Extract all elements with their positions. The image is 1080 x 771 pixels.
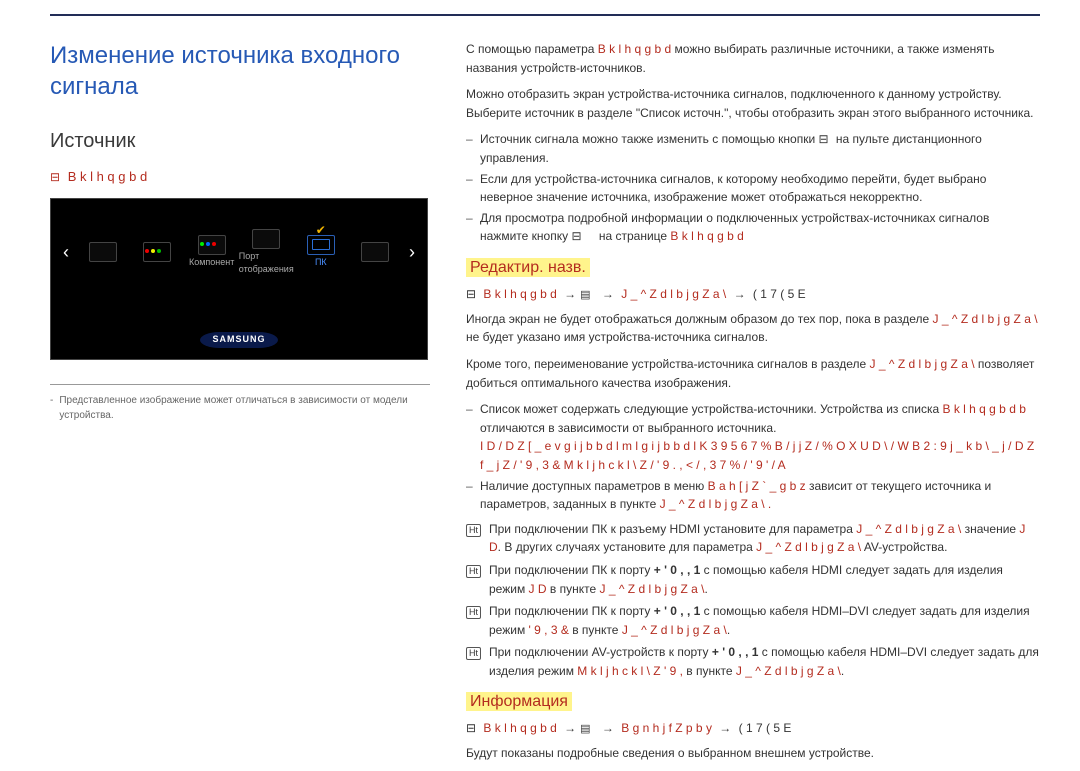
scroll-right-icon[interactable]: › [405, 239, 419, 267]
note-2: При подключении ПК к порту + ' 0 , , 1 с… [489, 561, 1040, 598]
path-left: B k l h q g b d [68, 169, 148, 184]
note-1: При подключении ПК к разъему HDMI устано… [489, 520, 1040, 557]
menu-icon [50, 169, 64, 184]
samsung-logo: SAMSUNG [200, 332, 277, 348]
h-information: Информация [466, 692, 572, 711]
dash-list-2: Список может содержать следующие устройс… [466, 400, 1040, 514]
section-subtitle: Источник [50, 126, 430, 157]
note-4: При подключении AV-устройств к порту + '… [489, 643, 1040, 680]
nav-information: B k l h q g b d → → B g n h j f Z p b y … [466, 719, 1040, 738]
shot-src-5: ПК [315, 256, 327, 270]
scroll-left-icon[interactable]: ‹ [59, 239, 73, 267]
shot-src-3: Компонент [189, 256, 234, 270]
note-ico-2: Ht [466, 565, 481, 578]
caption-text: Представленное изображение может отличат… [59, 393, 430, 424]
p-info: Будут показаны подробные сведения о выбр… [466, 744, 1040, 763]
check-icon: ✔ [316, 221, 326, 240]
note-ico-3: Ht [466, 606, 481, 619]
caption-dash: - [50, 393, 53, 424]
note-ico-1: Ht [466, 524, 481, 537]
source-screenshot: ‹ Компонент Порт ото [50, 198, 428, 360]
nav-edit-name: B k l h q g b d → → J _ ^ Z d l b j g Z … [466, 285, 1040, 304]
p-edit2: Кроме того, переименование устройства-ис… [466, 355, 1040, 392]
h-edit-name: Редактир. назв. [466, 258, 590, 277]
page-title: Изменение источника входного сигнала [50, 40, 430, 102]
note-ico-4: Ht [466, 647, 481, 660]
p-intro2: Можно отобразить экран устройства-источн… [466, 85, 1040, 122]
p-intro1: С помощью параметра B k l h q g b d можн… [466, 40, 1040, 77]
note-3: При подключении ПК к порту + ' 0 , , 1 с… [489, 602, 1040, 639]
shot-src-4: Порт отображения [239, 250, 294, 278]
dash-list-1: Источник сигнала можно также изменить с … [466, 130, 1040, 246]
p-edit1: Иногда экран не будет отображаться должн… [466, 310, 1040, 347]
